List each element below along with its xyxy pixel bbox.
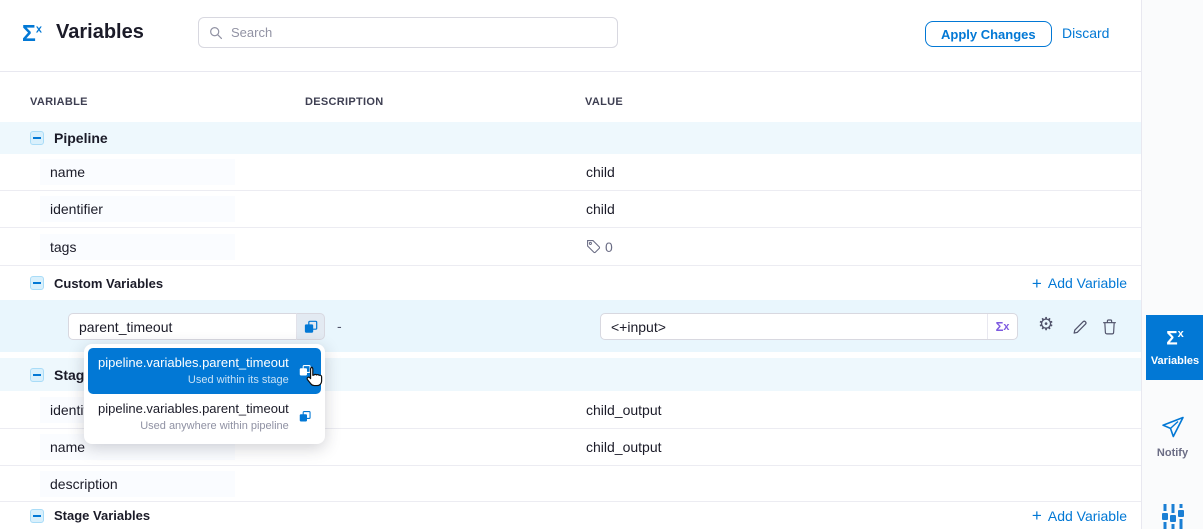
variable-value: child_output xyxy=(586,439,662,455)
suggestion-path: pipeline.variables.parent_timeout xyxy=(98,401,289,416)
suggestion-text: pipeline.variables.parent_timeout Used w… xyxy=(98,355,289,386)
variable-name: name xyxy=(40,159,235,185)
section-label: Pipeline xyxy=(54,130,108,146)
variable-value-input-group: Σx xyxy=(600,313,1018,340)
section-row-pipeline[interactable]: Pipeline xyxy=(0,122,1141,154)
collapse-minus-icon[interactable] xyxy=(30,131,44,145)
collapse-minus-icon[interactable] xyxy=(30,368,44,382)
search-icon xyxy=(209,26,223,40)
sidebar-item-label: Variables xyxy=(1151,355,1199,367)
suggestion-item-stage-scope[interactable]: pipeline.variables.parent_timeout Used w… xyxy=(88,348,321,394)
panel-header: Σx Variables Apply Changes Discard xyxy=(0,0,1141,72)
sidebar-item-variables[interactable]: Σx Variables xyxy=(1146,315,1203,380)
variable-value: child_output xyxy=(586,402,662,418)
plus-icon: + xyxy=(1032,507,1042,524)
variable-name: tags xyxy=(40,234,235,260)
edit-pencil-icon[interactable] xyxy=(1071,318,1089,341)
search-input[interactable] xyxy=(231,25,607,40)
column-header-variable: VARIABLE xyxy=(30,96,88,108)
variable-name-input[interactable] xyxy=(68,313,296,340)
variable-value-input[interactable] xyxy=(601,319,987,335)
collapse-minus-icon[interactable] xyxy=(30,509,44,523)
sliders-icon[interactable] xyxy=(1161,504,1185,529)
suggestion-item-pipeline-scope[interactable]: pipeline.variables.parent_timeout Used a… xyxy=(88,394,321,440)
copy-icon[interactable] xyxy=(299,408,311,425)
group-row-stage-variables: Stage Variables + Add Variable xyxy=(0,502,1141,529)
variable-name-input-group xyxy=(68,313,325,340)
copy-button[interactable] xyxy=(296,313,325,340)
table-row-identifier: identifier child xyxy=(0,191,1141,228)
settings-gear-icon[interactable]: ⚙ xyxy=(1038,315,1054,333)
suggestion-scope: Used anywhere within pipeline xyxy=(98,420,289,432)
page-title: Variables xyxy=(56,21,144,44)
variable-value: child xyxy=(586,201,615,217)
suggestion-text: pipeline.variables.parent_timeout Used a… xyxy=(98,401,289,432)
variable-name: description xyxy=(40,471,235,497)
table-row-name: name child xyxy=(0,154,1141,191)
collapse-minus-icon[interactable] xyxy=(30,276,44,290)
plus-icon: + xyxy=(1032,275,1042,292)
paper-plane-icon xyxy=(1159,415,1186,439)
suggestion-path: pipeline.variables.parent_timeout xyxy=(98,355,289,370)
table-row-stage-description: description xyxy=(0,466,1141,502)
column-header-description: DESCRIPTION xyxy=(305,96,383,108)
tag-icon xyxy=(586,239,601,254)
expression-suggestion-dropdown: pipeline.variables.parent_timeout Used w… xyxy=(84,344,325,444)
sigma-x-icon: Σx xyxy=(22,20,42,47)
group-label: Custom Variables xyxy=(54,276,163,291)
add-variable-button[interactable]: + Add Variable xyxy=(1032,275,1127,292)
tags-count: 0 xyxy=(605,239,613,255)
add-variable-label: Add Variable xyxy=(1048,275,1127,291)
sidebar-item-notify[interactable]: Notify xyxy=(1142,415,1203,459)
variables-table: VARIABLE DESCRIPTION VALUE Pipeline name… xyxy=(0,72,1141,529)
copy-icon xyxy=(304,320,318,334)
cursor-pointer-icon xyxy=(303,365,325,389)
sidebar-item-label: Notify xyxy=(1142,447,1203,459)
variable-name: identifier xyxy=(40,196,235,222)
column-header-value: VALUE xyxy=(585,96,623,108)
add-variable-button[interactable]: + Add Variable xyxy=(1032,507,1127,524)
expression-sigma-icon[interactable]: Σx xyxy=(987,314,1017,339)
right-sidebar: Σx Variables Notify xyxy=(1141,0,1203,529)
description-cell: - xyxy=(337,318,342,334)
suggestion-scope: Used within its stage xyxy=(98,374,289,386)
delete-trash-icon[interactable] xyxy=(1101,318,1118,341)
variable-value: child xyxy=(586,164,615,180)
search-box[interactable] xyxy=(198,17,618,48)
discard-link[interactable]: Discard xyxy=(1062,25,1109,41)
sigma-x-icon: Σx xyxy=(1166,328,1184,350)
tags-value: 0 xyxy=(586,239,613,255)
apply-changes-button[interactable]: Apply Changes xyxy=(925,21,1052,47)
table-row-tags: tags 0 xyxy=(0,228,1141,266)
group-label: Stage Variables xyxy=(54,508,150,523)
add-variable-label: Add Variable xyxy=(1048,508,1127,524)
group-row-custom-variables: Custom Variables + Add Variable xyxy=(0,266,1141,300)
column-headers: VARIABLE DESCRIPTION VALUE xyxy=(0,72,1141,122)
